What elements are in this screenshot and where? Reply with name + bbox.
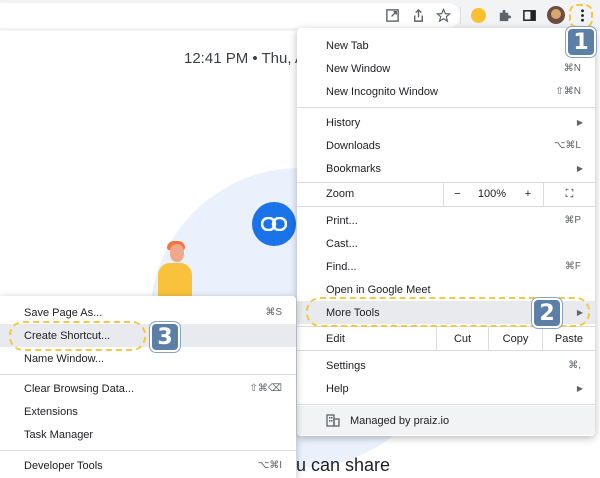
star-icon[interactable] bbox=[434, 6, 452, 24]
submenu-arrow-icon: ▶ bbox=[576, 118, 583, 127]
menu-item-settings[interactable]: Settings ⌘, bbox=[297, 354, 595, 377]
menu-item-label: Find... bbox=[326, 260, 357, 273]
managed-by-row[interactable]: Managed by praiz.io bbox=[297, 406, 595, 435]
menu-item-label: History bbox=[326, 116, 361, 129]
page-time: 12:41 PM • Thu, Au bbox=[184, 50, 314, 67]
menu-item-label: Name Window... bbox=[24, 352, 105, 365]
menu-item-new-incognito[interactable]: New Incognito Window ⇧⌘N bbox=[297, 80, 595, 103]
menu-item-new-window[interactable]: New Window ⌘N bbox=[297, 57, 595, 80]
menu-item-label: Developer Tools bbox=[24, 459, 103, 472]
avatar[interactable] bbox=[547, 6, 565, 24]
person-illustration-head bbox=[170, 244, 184, 262]
zoom-row: Zoom − 100% + ⛶ bbox=[297, 182, 595, 206]
menu-item-shortcut: ⌥⌘L bbox=[553, 140, 581, 151]
kebab-highlight bbox=[569, 4, 593, 28]
create-shortcut-highlight bbox=[9, 321, 146, 351]
menu-item-shortcut: ⌘S bbox=[265, 307, 282, 318]
zoom-plus-label: + bbox=[524, 188, 532, 200]
menu-item-label: New Window bbox=[326, 62, 391, 75]
menu-item-find[interactable]: Find... ⌘F bbox=[297, 255, 595, 278]
zoom-out-button[interactable]: − bbox=[443, 182, 471, 206]
edit-label: Edit bbox=[326, 332, 345, 345]
menu-item-new-tab[interactable]: New Tab ⌘T bbox=[297, 34, 595, 57]
step-badge-1: 1 bbox=[566, 27, 596, 57]
menu-separator bbox=[297, 107, 595, 108]
menu-item-label: New Tab bbox=[326, 39, 369, 52]
menu-item-shortcut: ⌘, bbox=[568, 360, 581, 371]
menu-item-label: New Incognito Window bbox=[326, 85, 438, 98]
zoom-value: 100% bbox=[471, 182, 513, 206]
menu-item-label: Open in Google Meet bbox=[326, 283, 431, 296]
menu-separator bbox=[297, 404, 595, 405]
menu-item-print[interactable]: Print... ⌘P bbox=[297, 209, 595, 232]
menu-item-bookmarks[interactable]: Bookmarks ▶ bbox=[297, 157, 595, 180]
menu-item-label: Task Manager bbox=[24, 428, 94, 441]
step-badge-3: 3 bbox=[150, 322, 180, 352]
menu-item-shortcut: ⇧⌘⌫ bbox=[249, 383, 282, 394]
menu-item-shortcut: ⌥⌘I bbox=[257, 460, 282, 471]
menu-item-label: Save Page As... bbox=[24, 306, 103, 319]
menu-item-help[interactable]: Help ▶ bbox=[297, 377, 595, 400]
chrome-main-menu: New Tab ⌘T New Window ⌘N New Incognito W… bbox=[297, 28, 595, 436]
submenu-item-clear-browsing-data[interactable]: Clear Browsing Data... ⇧⌘⌫ bbox=[0, 377, 296, 400]
person-illustration-body bbox=[158, 263, 192, 299]
share-icon[interactable] bbox=[409, 6, 427, 24]
menu-item-label: Settings bbox=[326, 359, 366, 372]
step-badge-2: 2 bbox=[532, 298, 562, 328]
edit-row: Edit Cut Copy Paste bbox=[297, 327, 595, 350]
menu-item-shortcut: ⇧⌘N bbox=[555, 86, 581, 97]
menu-item-label: Cast... bbox=[326, 237, 358, 250]
link-icon bbox=[252, 202, 296, 246]
menu-separator bbox=[0, 450, 296, 451]
zoom-in-button[interactable]: + bbox=[513, 182, 543, 206]
menu-item-label: Clear Browsing Data... bbox=[24, 382, 135, 395]
cut-button[interactable]: Cut bbox=[436, 327, 488, 350]
paste-button[interactable]: Paste bbox=[542, 327, 595, 350]
managed-by-label: Managed by praiz.io bbox=[350, 414, 450, 427]
menu-item-downloads[interactable]: Downloads ⌥⌘L bbox=[297, 134, 595, 157]
building-icon bbox=[326, 414, 340, 427]
extension-yellow-icon[interactable] bbox=[469, 6, 487, 24]
menu-item-shortcut: ⌘N bbox=[563, 63, 581, 74]
menu-separator bbox=[297, 206, 595, 207]
submenu-item-developer-tools[interactable]: Developer Tools ⌥⌘I bbox=[0, 454, 296, 477]
fullscreen-button[interactable]: ⛶ bbox=[543, 182, 595, 206]
menu-item-shortcut: ⌘P bbox=[564, 215, 581, 226]
submenu-item-extensions[interactable]: Extensions bbox=[0, 400, 296, 423]
menu-item-label: Downloads bbox=[326, 139, 381, 152]
copy-button[interactable]: Copy bbox=[488, 327, 542, 350]
paste-label: Paste bbox=[554, 332, 584, 345]
menu-item-label: Bookmarks bbox=[326, 162, 382, 175]
zoom-label: Zoom bbox=[326, 188, 355, 200]
sidepanel-icon[interactable] bbox=[520, 6, 538, 24]
page-bottom-text: u can share bbox=[296, 455, 391, 475]
menu-item-label: Print... bbox=[326, 214, 358, 227]
submenu-arrow-icon: ▶ bbox=[576, 384, 583, 393]
menu-item-history[interactable]: History ▶ bbox=[297, 111, 595, 134]
submenu-item-task-manager[interactable]: Task Manager bbox=[0, 423, 296, 446]
menu-separator bbox=[0, 374, 296, 375]
open-in-new-icon[interactable] bbox=[383, 6, 401, 24]
fullscreen-icon: ⛶ bbox=[565, 187, 574, 200]
menu-item-cast[interactable]: Cast... bbox=[297, 232, 595, 255]
zoom-minus-label: − bbox=[454, 188, 461, 200]
puzzle-icon[interactable] bbox=[495, 6, 513, 24]
menu-item-label: Help bbox=[326, 382, 349, 395]
submenu-arrow-icon: ▶ bbox=[576, 164, 583, 173]
menu-item-label: Extensions bbox=[24, 405, 78, 418]
cut-label: Cut bbox=[453, 332, 472, 345]
copy-label: Copy bbox=[502, 332, 529, 345]
menu-item-shortcut: ⌘F bbox=[564, 261, 581, 272]
browser-toolbar bbox=[0, 0, 600, 31]
zoom-value-label: 100% bbox=[477, 188, 507, 200]
menu-separator bbox=[297, 350, 595, 351]
toolbar-divider bbox=[460, 7, 461, 24]
